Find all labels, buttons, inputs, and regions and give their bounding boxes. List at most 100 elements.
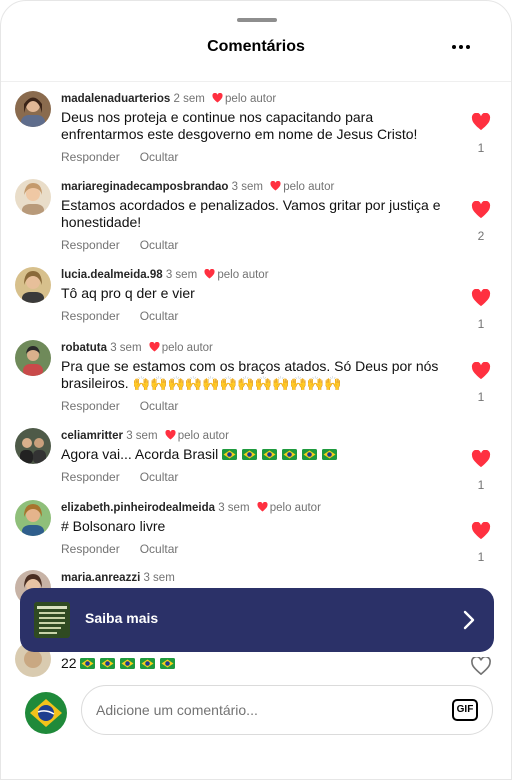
author-liked-heart-icon [149, 342, 160, 352]
comment-meta: elizabeth.pinheirodealmeida 3 sem pelo a… [61, 500, 453, 516]
reply-button[interactable]: Responder [61, 309, 120, 323]
brazil-flag-icon [262, 447, 278, 460]
brazil-flag-emojis [222, 446, 342, 462]
author-badge: pelo autor [177, 430, 229, 442]
avatar[interactable] [15, 91, 51, 127]
comment-text-content: 22 [61, 655, 77, 671]
author-liked-heart-icon [165, 430, 176, 440]
brazil-flag-icon [242, 447, 258, 460]
comment-time: 3 sem [231, 181, 263, 193]
brazil-flag-icon [222, 447, 238, 460]
avatar[interactable] [15, 340, 51, 376]
sheet-grabber[interactable] [237, 18, 277, 22]
avatar[interactable] [15, 179, 51, 215]
like-count: 2 [477, 229, 485, 243]
avatar[interactable] [15, 500, 51, 536]
hide-button[interactable]: Ocultar [140, 470, 179, 484]
comment-meta: celiamritter 3 sem pelo autor [61, 428, 453, 444]
hide-button[interactable]: Ocultar [140, 309, 179, 323]
comment-time: 3 sem [126, 430, 158, 442]
comment-body: elizabeth.pinheirodealmeida 3 sem pelo a… [61, 500, 453, 557]
comment-username[interactable]: mariareginadecamposbrandao [61, 181, 228, 193]
comment-time: 3 sem [110, 342, 142, 354]
brazil-flag-icon [282, 447, 298, 460]
chevron-right-icon [463, 610, 475, 630]
like-count: 1 [477, 141, 485, 155]
comment-body: lucia.dealmeida.98 3 sem pelo autor Tô a… [61, 267, 453, 324]
reply-button[interactable]: Responder [61, 470, 120, 484]
gif-button[interactable]: GIF [452, 699, 478, 721]
brazil-flag-icon [160, 656, 176, 669]
comment-meta: madalenaduarterios 2 sem pelo autor [61, 91, 453, 107]
author-badge: pelo autor [161, 342, 213, 354]
banner-thumbnail [34, 602, 70, 638]
avatar[interactable] [15, 267, 51, 303]
like-heart-icon[interactable] [471, 289, 491, 307]
comment-meta: robatuta 3 sem pelo autor [61, 340, 453, 356]
like-heart-outline-icon[interactable] [471, 657, 491, 675]
comment-input-placeholder: Adicione um comentário... [96, 702, 258, 718]
more-options-icon[interactable] [449, 37, 473, 57]
reply-button[interactable]: Responder [61, 542, 120, 556]
brazil-flag-icon [120, 656, 136, 669]
author-badge: pelo autor [217, 269, 269, 281]
comment-actions: Responder Ocultar [61, 469, 453, 485]
user-avatar[interactable] [25, 692, 67, 734]
learn-more-banner[interactable]: Saiba mais [20, 588, 494, 652]
comment-text: Pra que se estamos com os braços atados.… [61, 358, 439, 391]
comment-username[interactable]: celiamritter [61, 430, 123, 442]
comment-meta: mariareginadecamposbrandao 3 sem pelo au… [61, 179, 453, 195]
brazil-flag-icon [100, 656, 116, 669]
hide-button[interactable]: Ocultar [140, 399, 179, 413]
comments-sheet: Comentários madalenaduarterios 2 sem pel… [0, 0, 512, 780]
comment-input[interactable]: Adicione um comentário... GIF [81, 685, 493, 735]
author-liked-heart-icon [270, 181, 281, 191]
comment-text: 22 [61, 655, 453, 672]
avatar[interactable] [15, 428, 51, 464]
comment-body: robatuta 3 sem pelo autor Pra que se est… [61, 340, 453, 414]
comment-username[interactable]: madalenaduarterios [61, 93, 170, 105]
comment-text: # Bolsonaro livre [61, 518, 166, 534]
hide-button[interactable]: Ocultar [140, 238, 179, 252]
brazil-flag-icon [140, 656, 156, 669]
comment-username[interactable]: elizabeth.pinheirodealmeida [61, 502, 215, 514]
hide-button[interactable]: Ocultar [140, 542, 179, 556]
author-badge: pelo autor [283, 181, 335, 193]
like-heart-icon[interactable] [471, 113, 491, 131]
like-heart-icon[interactable] [471, 450, 491, 468]
comment-text-content: Agora vai... Acorda Brasil [61, 446, 219, 462]
reply-button[interactable]: Responder [61, 238, 120, 252]
comment-body: mariareginadecamposbrandao 3 sem pelo au… [61, 179, 453, 253]
comment-time: 3 sem [218, 502, 250, 514]
comment-text: Estamos acordados e penalizados. Vamos g… [61, 197, 441, 230]
comment-actions: Responder Ocultar [61, 308, 453, 324]
comment-composer: Adicione um comentário... GIF [1, 677, 511, 779]
like-heart-icon[interactable] [471, 362, 491, 380]
reply-button[interactable]: Responder [61, 150, 120, 164]
like-count: 1 [477, 550, 485, 564]
comment-text: Agora vai... Acorda Brasil [61, 446, 453, 463]
brazil-flag-icon [322, 447, 338, 460]
comment-text: Tô aq pro q der e vier [61, 285, 195, 301]
comment-time: 3 sem [165, 269, 198, 281]
author-liked-heart-icon [212, 93, 223, 103]
header-divider [1, 81, 511, 82]
comment-actions: Responder Ocultar [61, 398, 453, 414]
hide-button[interactable]: Ocultar [140, 150, 179, 164]
comment-text: Deus nos proteja e continue nos capacita… [61, 109, 418, 142]
page-title: Comentários [207, 38, 305, 55]
comment-body: maria.anreazzi 3 sem [61, 570, 453, 586]
like-heart-icon[interactable] [471, 522, 491, 540]
author-liked-heart-icon [257, 502, 268, 512]
comment-actions: Responder Ocultar [61, 237, 453, 253]
like-heart-icon[interactable] [471, 201, 491, 219]
brazil-flag-emojis [80, 655, 180, 671]
comment-username[interactable]: robatuta [61, 342, 107, 354]
comment-meta: lucia.dealmeida.98 3 sem pelo autor [61, 267, 453, 283]
comment-username[interactable]: lucia.dealmeida.98 [61, 269, 163, 281]
author-liked-heart-icon [204, 269, 215, 279]
like-count: 1 [477, 390, 485, 404]
reply-button[interactable]: Responder [61, 399, 120, 413]
comment-actions: Responder Ocultar [61, 149, 453, 165]
comment-username[interactable]: maria.anreazzi [61, 572, 140, 584]
